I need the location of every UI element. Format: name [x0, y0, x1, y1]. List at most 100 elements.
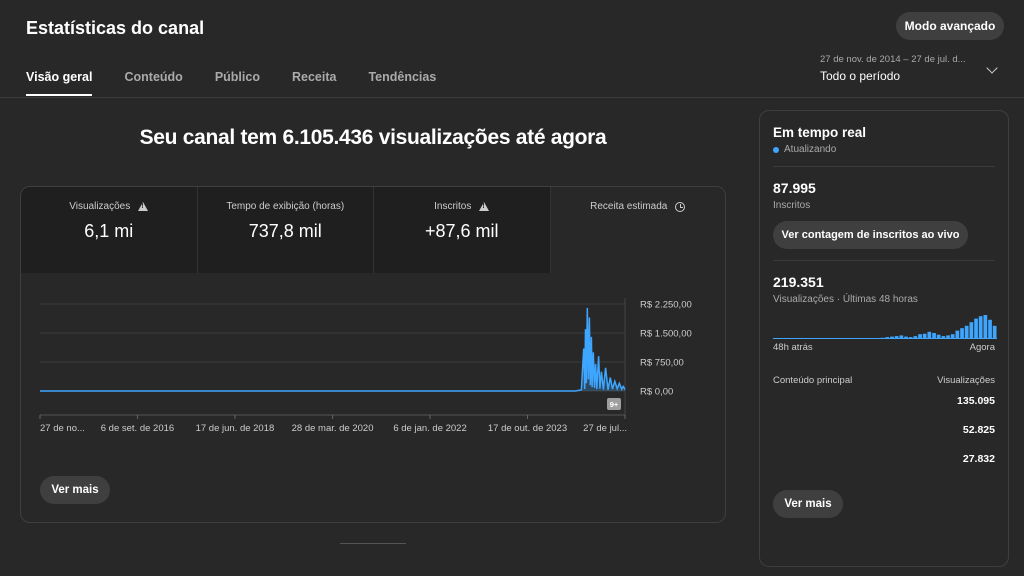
divider	[773, 166, 995, 167]
hour-bar	[908, 337, 913, 339]
hour-bar	[904, 336, 908, 339]
hour-bar	[820, 338, 824, 339]
views-headline: Seu canal tem 6.105.436 visualizações at…	[139, 126, 607, 149]
hour-bar	[885, 337, 890, 339]
metric-tabs: Visualizações 6,1 mi Tempo de exibição (…	[21, 187, 725, 273]
annotation-badge-label: 9+	[610, 400, 619, 409]
metric-label: Tempo de exibição (horas)	[226, 201, 345, 212]
x-tick-label: 17 de jun. de 2018	[196, 423, 275, 434]
hour-bar	[876, 338, 880, 339]
y-tick-label: R$ 750,00	[640, 358, 684, 369]
tab-audience[interactable]: Público	[215, 70, 260, 96]
date-range-label: Todo o período	[820, 69, 901, 83]
hour-bar	[913, 336, 918, 339]
subscriber-label: Inscritos	[773, 200, 811, 211]
hour-bar	[857, 338, 862, 339]
hour-bar	[852, 338, 857, 339]
hour-bar	[815, 338, 820, 339]
top-content-row[interactable]: 27.832	[773, 444, 995, 473]
y-tick-label: R$ 1.500,00	[640, 329, 692, 340]
hour-bar	[974, 318, 978, 339]
top-content-views-col-label: Visualizações	[937, 375, 995, 386]
metric-label: Visualizações	[69, 201, 131, 212]
live-subscriber-count-button[interactable]: Ver contagem de inscritos ao vivo	[773, 221, 968, 249]
realtime-status-text: Atualizando	[784, 144, 837, 155]
x-tick-label: 6 de jan. de 2022	[393, 423, 466, 434]
hour-bar	[773, 338, 778, 339]
realtime-views-label: Visualizações · Últimas 48 horas	[773, 294, 918, 305]
subscriber-count: 87.995	[773, 180, 816, 196]
hour-bar	[862, 338, 866, 339]
series-area	[40, 307, 625, 391]
hour-bar	[806, 338, 810, 339]
hour-bar	[969, 322, 974, 339]
hour-bar	[927, 331, 932, 339]
hour-bar	[988, 319, 992, 339]
scroll-indicator	[340, 543, 406, 544]
advanced-mode-button[interactable]: Modo avançado	[896, 12, 1004, 40]
metric-watch-time[interactable]: Tempo de exibição (horas) 737,8 mil	[197, 187, 374, 273]
hour-bar	[824, 338, 829, 339]
hour-bar	[932, 333, 936, 339]
realtime-status: Atualizando	[773, 144, 995, 155]
realtime-card: Em tempo real Atualizando 87.995 Inscrit…	[759, 110, 1009, 567]
hour-bar	[782, 338, 787, 339]
metric-value: +87,6 mil	[424, 221, 499, 241]
metric-label: Receita estimada	[590, 201, 668, 212]
top-content-row[interactable]: 52.825	[773, 415, 995, 444]
page-title: Estatísticas do canal	[26, 18, 205, 38]
metric-estimated-revenue[interactable]: Receita estimada	[550, 187, 725, 273]
row-views: 52.825	[962, 423, 995, 436]
top-content-col-label: Conteúdo principal	[773, 375, 853, 386]
metric-subscribers[interactable]: Inscritos +87,6 mil	[374, 187, 551, 273]
hour-bar	[810, 338, 815, 339]
realtime-title: Em tempo real	[773, 125, 867, 140]
hour-bar	[941, 336, 946, 339]
hour-bar	[792, 338, 796, 339]
realtime-axis: 48h atrás Agora	[773, 342, 995, 353]
hour-bar	[829, 338, 834, 339]
axis-end-label: Agora	[969, 342, 995, 353]
x-tick-label: 6 de set. de 2016	[101, 423, 174, 434]
date-range-dates: 27 de nov. de 2014 – 27 de jul. d...	[820, 54, 966, 65]
hour-bar	[838, 338, 843, 339]
row-views: 135.095	[957, 394, 995, 407]
hour-bar	[960, 328, 964, 339]
hour-bar	[950, 334, 955, 339]
series-line	[40, 307, 626, 392]
metric-views[interactable]: Visualizações 6,1 mi	[21, 187, 198, 273]
top-content-row[interactable]: 135.095	[773, 386, 995, 415]
metric-value: 6,1 mi	[84, 221, 134, 241]
see-more-button[interactable]: Ver mais	[40, 476, 110, 504]
metric-value: 737,8 mil	[248, 221, 322, 241]
hour-bar	[890, 336, 894, 339]
hour-bar	[936, 334, 941, 339]
hour-bar	[899, 335, 904, 339]
divider	[773, 260, 995, 261]
tab-trends[interactable]: Tendências	[368, 70, 436, 96]
warning-icon	[479, 202, 490, 211]
hour-bar	[978, 316, 983, 339]
hour-bar	[955, 330, 960, 339]
tab-overview[interactable]: Visão geral	[26, 70, 93, 96]
realtime-see-more-button[interactable]: Ver mais	[773, 490, 843, 518]
metric-label: Inscritos	[434, 201, 472, 212]
date-range-selector[interactable]: 27 de nov. de 2014 – 27 de jul. d... Tod…	[820, 54, 1010, 83]
hour-bar	[894, 336, 899, 339]
x-tick-label: 28 de mar. de 2020	[292, 423, 374, 434]
x-tick-label: 27 de no...	[40, 423, 85, 434]
hour-bar	[946, 335, 950, 339]
tab-revenue[interactable]: Receita	[292, 70, 336, 96]
hour-bar	[843, 338, 848, 339]
overview-card: Visualizações 6,1 mi Tempo de exibição (…	[20, 186, 726, 523]
realtime-views-count: 219.351	[773, 274, 824, 290]
hour-bar	[871, 338, 876, 339]
hour-bar	[834, 338, 838, 339]
tab-content[interactable]: Conteúdo	[124, 70, 182, 96]
clock-icon	[675, 201, 686, 212]
axis-start-label: 48h atrás	[773, 342, 813, 353]
warning-icon	[138, 202, 149, 211]
revenue-chart: R$ 2.250,00 R$ 1.500,00 R$ 750,00 R$ 0,00 27…	[39, 298, 692, 434]
row-views: 27.832	[962, 452, 995, 465]
hour-bar	[983, 315, 988, 339]
